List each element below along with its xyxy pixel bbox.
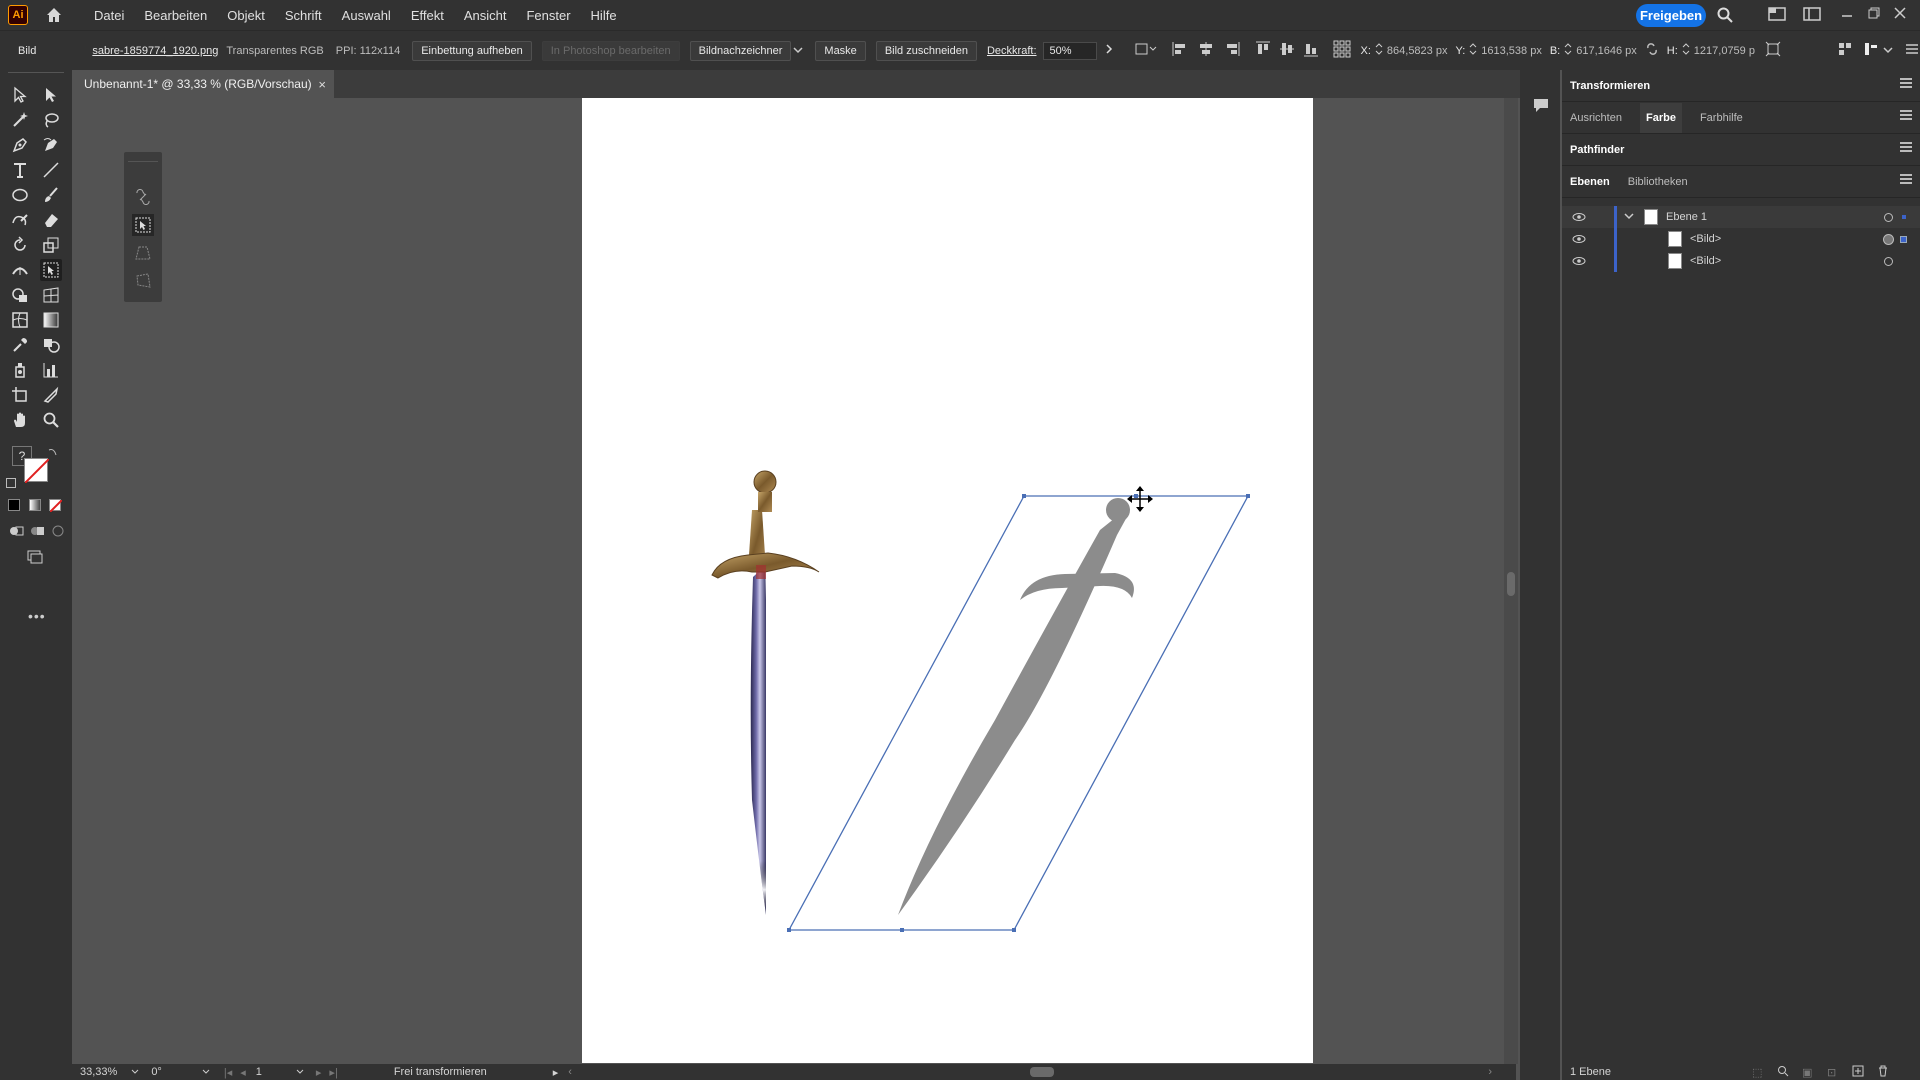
layer-color-bar xyxy=(1614,228,1617,250)
visibility-eye-icon[interactable] xyxy=(1572,212,1586,222)
pathfinder-panel-menu-icon[interactable] xyxy=(1900,142,1912,152)
transform-panel-menu-icon[interactable] xyxy=(1900,78,1912,88)
layers-panel-footer: 1 Ebene ⬚ ▣ ⊡ xyxy=(1562,1064,1920,1080)
current-tool-status: Frei transformieren xyxy=(393,1066,487,1078)
tab-bibliotheken[interactable]: Bibliotheken xyxy=(1628,176,1688,188)
zoom-level[interactable]: 33,33% xyxy=(80,1066,117,1078)
tab-ebenen[interactable]: Ebenen xyxy=(1570,176,1610,188)
layer-color-bar xyxy=(1614,206,1617,228)
move-cursor-icon xyxy=(1127,486,1153,512)
free-transform-widget xyxy=(124,152,162,302)
layers-panel-menu-icon[interactable] xyxy=(1900,174,1912,184)
clipping-mask-icon[interactable]: ▣ xyxy=(1802,1066,1812,1079)
panel-icon-strip xyxy=(1520,70,1560,1080)
widget-grip[interactable] xyxy=(128,156,158,162)
shadow-image[interactable] xyxy=(898,498,1134,915)
layer-row[interactable]: Ebene 1 xyxy=(1562,206,1920,228)
item-selected-square[interactable] xyxy=(1900,235,1907,243)
first-artboard-icon[interactable]: |◂ xyxy=(224,1066,232,1079)
pathfinder-panel-title[interactable]: Pathfinder xyxy=(1570,144,1624,156)
free-transform-mode-icon[interactable] xyxy=(132,214,154,236)
visibility-eye-icon[interactable] xyxy=(1572,256,1586,266)
rotation-value[interactable]: 0° xyxy=(151,1066,162,1078)
image-thumbnail xyxy=(1668,253,1682,269)
next-artboard-icon[interactable]: ▸ xyxy=(316,1066,322,1079)
sublayer-row[interactable]: <Bild> xyxy=(1562,228,1920,250)
status-bar: 33,33% 0° |◂ ◂ 1 ▸ ▸| Frei transformiere… xyxy=(72,1064,1516,1080)
export-icon[interactable]: ⬚ xyxy=(1752,1066,1762,1079)
constrain-icon[interactable] xyxy=(132,186,154,208)
tab-ausrichten[interactable]: Ausrichten xyxy=(1570,112,1622,124)
sword-image[interactable] xyxy=(711,470,820,915)
layer-count: 1 Ebene xyxy=(1570,1066,1611,1078)
artboard-number[interactable]: 1 xyxy=(256,1066,262,1078)
vertical-scrollbar[interactable] xyxy=(1504,98,1518,1064)
tab-farbhilfe[interactable]: Farbhilfe xyxy=(1700,112,1743,124)
status-menu-icon[interactable]: ▸ xyxy=(553,1066,559,1079)
item-target-selected-icon[interactable] xyxy=(1883,233,1894,245)
image-thumbnail xyxy=(1668,231,1682,247)
sublayer-name[interactable]: <Bild> xyxy=(1690,255,1721,267)
layer-expand-icon[interactable] xyxy=(1624,211,1634,223)
item-target-icon[interactable] xyxy=(1884,256,1893,266)
previous-artboard-icon[interactable]: ◂ xyxy=(240,1066,246,1079)
layer-selected-indicator xyxy=(1902,215,1906,219)
layers-panel-header: Ebenen Bibliotheken xyxy=(1562,166,1920,198)
right-panel-dock: Transformieren Ausrichten Farbe Farbhilf… xyxy=(1562,70,1920,1080)
color-panel-header: Ausrichten Farbe Farbhilfe xyxy=(1562,102,1920,134)
last-artboard-icon[interactable]: ▸| xyxy=(329,1066,337,1079)
free-distort-icon[interactable] xyxy=(132,270,154,292)
layer-target-icon[interactable] xyxy=(1884,212,1893,222)
layer-thumbnail xyxy=(1644,209,1658,225)
rotation-dropdown-icon[interactable] xyxy=(202,1066,210,1078)
transform-panel-title[interactable]: Transformieren xyxy=(1570,80,1650,92)
vertical-scroll-thumb[interactable] xyxy=(1507,572,1515,596)
comments-icon[interactable] xyxy=(1532,96,1550,117)
new-sublayer-icon[interactable]: ⊡ xyxy=(1827,1066,1836,1079)
locate-object-icon[interactable] xyxy=(1777,1065,1789,1080)
artboard-dropdown-icon[interactable] xyxy=(296,1066,304,1078)
sublayer-row[interactable]: <Bild> xyxy=(1562,250,1920,272)
perspective-distort-icon[interactable] xyxy=(132,242,154,264)
sublayer-name[interactable]: <Bild> xyxy=(1690,233,1721,245)
zoom-dropdown-icon[interactable] xyxy=(131,1066,139,1078)
tab-farbe[interactable]: Farbe xyxy=(1639,102,1682,133)
delete-layer-icon[interactable] xyxy=(1877,1065,1889,1080)
transform-panel-header[interactable]: Transformieren xyxy=(1562,70,1920,102)
visibility-eye-icon[interactable] xyxy=(1572,234,1586,244)
scroll-right-icon[interactable]: › xyxy=(1488,1066,1492,1078)
horizontal-scroll-thumb[interactable] xyxy=(1030,1067,1054,1077)
new-layer-icon[interactable] xyxy=(1852,1065,1864,1080)
layer-color-bar xyxy=(1614,250,1617,272)
color-panel-menu-icon[interactable] xyxy=(1900,110,1912,120)
pathfinder-panel-header[interactable]: Pathfinder xyxy=(1562,134,1920,166)
scroll-left-icon[interactable]: ‹ xyxy=(568,1066,572,1078)
layer-name[interactable]: Ebene 1 xyxy=(1666,211,1707,223)
